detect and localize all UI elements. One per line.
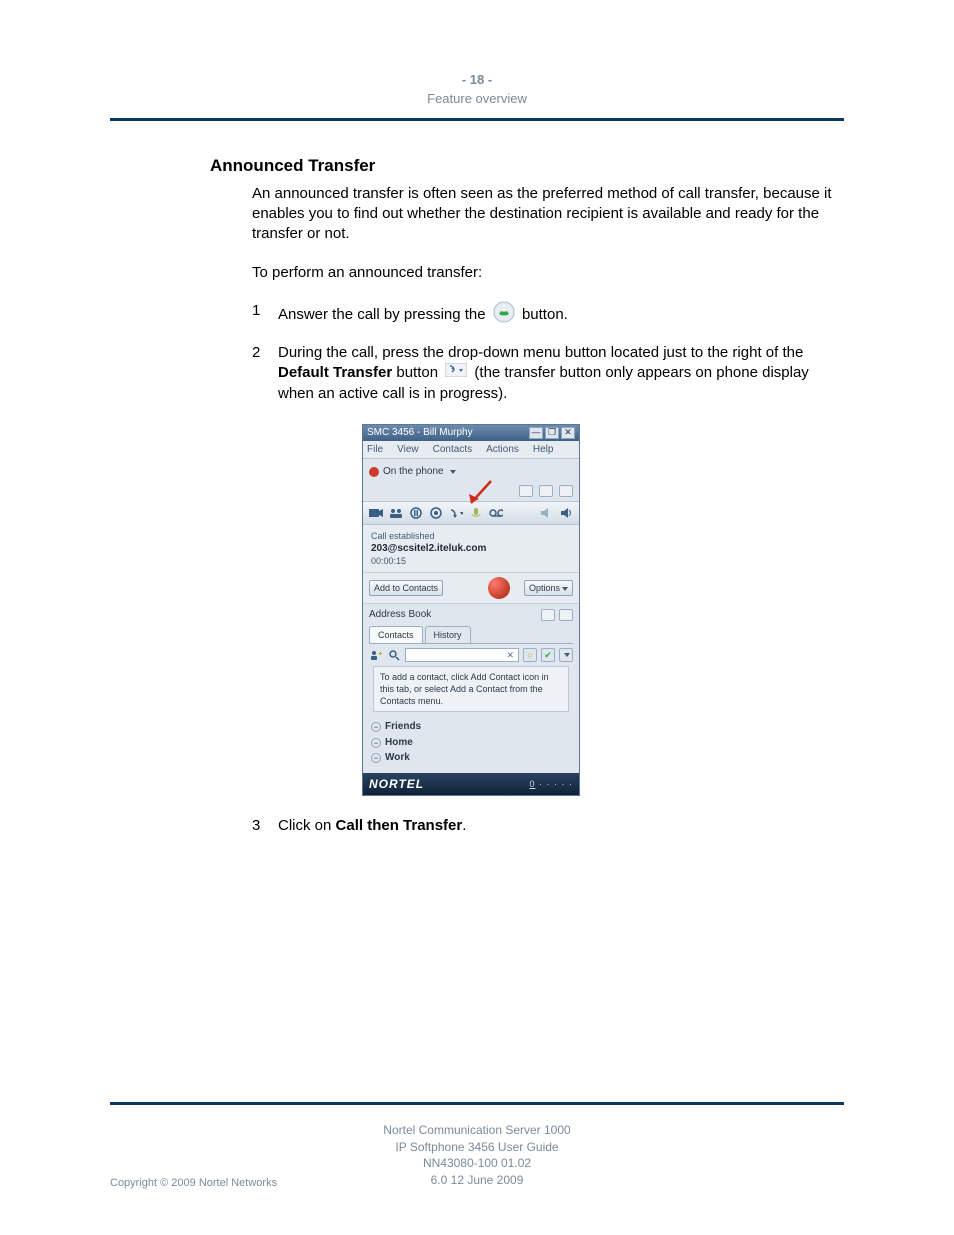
step-1: 1 Answer the call by pressing the button… [252,301,844,329]
collapse-icon[interactable] [541,609,555,621]
menu-file[interactable]: File [367,443,383,457]
footer-line-3: NN43080-100 01.02 [0,1155,954,1172]
call-state: Call established [371,530,571,542]
footer-rule [110,1102,844,1105]
brand-logo: NORTEL [369,776,424,792]
presence-label[interactable]: On the phone [383,465,444,479]
presence-filter-away-icon[interactable]: ○ [523,648,537,662]
presence-filter-online-icon[interactable]: ✔ [541,648,555,662]
clear-search-icon[interactable]: ✕ [506,649,514,661]
contacts-search-row: ✕ ○ ✔ [369,648,573,662]
hold-icon[interactable] [409,506,423,520]
contact-groups: −Friends −Home −Work [363,716,579,773]
presence-icon [369,467,379,477]
step-3: 3 Click on Call then Transfer. [252,816,844,836]
group-label: Friends [385,720,421,734]
steps-list: 1 Answer the call by pressing the button… [252,301,844,836]
step-body: Click on Call then Transfer. [278,816,844,836]
step-number: 2 [252,343,278,404]
step-bold: Call then Transfer [336,817,463,834]
collapse-group-icon[interactable]: − [371,753,381,763]
call-timer: 00:00:15 [371,555,571,567]
menubar: File View Contacts Actions Help [363,441,579,460]
collapse-icon[interactable] [539,485,553,497]
tab-history[interactable]: History [425,626,471,643]
menu-view[interactable]: View [397,443,419,457]
address-book-header: Address Book [363,604,579,626]
dialpad-icon[interactable] [519,485,533,497]
filter-dropdown-icon[interactable] [559,648,573,662]
lead-sentence: To perform an announced transfer: [252,263,844,283]
step-body: During the call, press the drop-down men… [278,343,844,404]
menu-help[interactable]: Help [533,443,554,457]
options-label: Options [529,583,560,593]
page-number: - 18 - [0,72,954,87]
group-home[interactable]: −Home [371,736,571,750]
expand-icon[interactable] [559,485,573,497]
transfer-dropdown-button[interactable] [449,506,463,520]
step-text-a: Answer the call by pressing the [278,306,490,323]
copyright: Copyright © 2009 Nortel Networks [110,1177,277,1189]
address-book-label: Address Book [369,608,431,622]
group-work[interactable]: −Work [371,751,571,765]
step-text-a: During the call, press the drop-down men… [278,344,803,361]
options-button[interactable]: Options [524,580,573,596]
window-titlebar: SMC 3456 - Bill Murphy — ❐ ✕ [363,425,579,441]
speaker-icon[interactable] [559,506,573,520]
window-minimize-button[interactable]: — [529,427,543,439]
call-info-panel: Call established 203@scsitel2.iteluk.com… [363,525,579,573]
group-friends[interactable]: −Friends [371,720,571,734]
tab-contacts[interactable]: Contacts [369,626,423,643]
window-close-button[interactable]: ✕ [561,427,575,439]
intro-paragraph: An announced transfer is often seen as t… [252,184,844,245]
page-header: - 18 - Feature overview [0,0,954,106]
red-arrow-annotation [465,479,505,509]
step-2: 2 During the call, press the drop-down m… [252,343,844,404]
call-actions-row: Add to Contacts Options [363,572,579,604]
step-body: Answer the call by pressing the button. [278,301,844,329]
record-icon[interactable] [429,506,443,520]
expand-icon[interactable] [559,609,573,621]
step-number: 3 [252,816,278,836]
video-icon[interactable] [369,506,383,520]
collapse-group-icon[interactable]: − [371,738,381,748]
step-text-b: button [396,365,442,382]
footer-line-2: IP Softphone 3456 User Guide [0,1139,954,1156]
window-title: SMC 3456 - Bill Murphy [367,426,473,440]
group-label: Home [385,736,413,750]
section-heading: Announced Transfer [210,155,844,178]
step-number: 1 [252,301,278,329]
footer-count: 0 [529,779,535,789]
speaker-mute-icon[interactable] [539,506,553,520]
conference-icon[interactable] [389,506,403,520]
search-icon[interactable] [387,648,401,662]
hangup-button[interactable] [488,577,510,599]
answer-call-icon [493,301,515,329]
menu-actions[interactable]: Actions [486,443,519,457]
page-content: Announced Transfer An announced transfer… [210,121,844,836]
embedded-screenshot: SMC 3456 - Bill Murphy — ❐ ✕ File View C… [362,424,844,796]
group-label: Work [385,751,410,765]
step-text-b: button. [522,306,568,323]
step-text-a: Click on [278,817,336,834]
address-book-tabs: Contacts History [369,626,573,644]
chevron-down-icon[interactable] [450,470,456,474]
softphone-window: SMC 3456 - Bill Murphy — ❐ ✕ File View C… [362,424,580,796]
window-restore-button[interactable]: ❐ [545,427,559,439]
menu-contacts[interactable]: Contacts [433,443,472,457]
transfer-dropdown-icon [445,363,467,383]
add-contact-icon[interactable] [369,648,383,662]
contacts-hint: To add a contact, click Add Contact icon… [373,666,569,712]
add-to-contacts-button[interactable]: Add to Contacts [369,580,443,596]
collapse-group-icon[interactable]: − [371,722,381,732]
step-bold: Default Transfer [278,365,392,382]
search-input[interactable]: ✕ [405,648,519,662]
chevron-down-icon [562,587,568,591]
softphone-footer: NORTEL 0 · · · · · [363,773,579,795]
footer-line-1: Nortel Communication Server 1000 [0,1122,954,1139]
section-name: Feature overview [0,91,954,106]
call-address: 203@scsitel2.iteluk.com [371,542,571,556]
step-text-b: . [462,817,466,834]
